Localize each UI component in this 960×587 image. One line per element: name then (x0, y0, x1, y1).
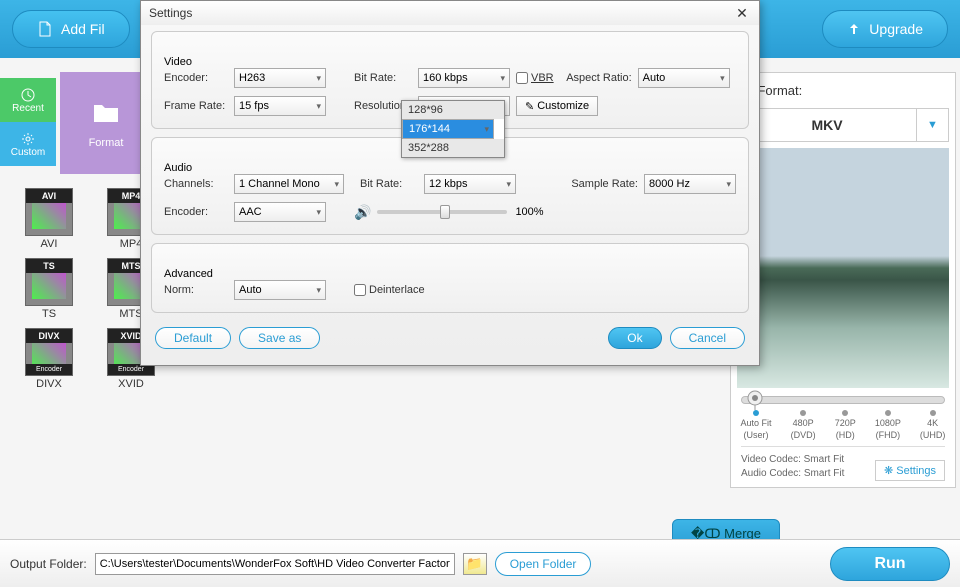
settings-dialog: Settings ✕ Video Encoder: H263 Bit Rate:… (140, 0, 760, 366)
video-encoder-select[interactable]: H263 (234, 68, 326, 88)
preview-image (737, 148, 949, 388)
default-button[interactable]: Default (155, 327, 231, 349)
left-tabs: Recent Custom (0, 78, 56, 166)
dialog-titlebar: Settings ✕ (141, 1, 759, 25)
folder-icon (90, 97, 122, 129)
browse-folder-button[interactable]: 📁 (463, 553, 487, 575)
framerate-select[interactable]: 15 fps (234, 96, 326, 116)
run-button[interactable]: Run (830, 547, 950, 581)
video-bitrate-select[interactable]: 160 kbps (418, 68, 510, 88)
format-item[interactable]: TSTS (10, 258, 88, 320)
dropdown-option[interactable]: 352*288 (402, 139, 504, 157)
norm-select[interactable]: Auto (234, 280, 326, 300)
samplerate-select[interactable]: 8000 Hz (644, 174, 736, 194)
speaker-icon: 🔊 (354, 204, 371, 221)
codec-info: Video Codec: Smart Fit Audio Codec: Smar… (741, 453, 844, 481)
channels-select[interactable]: 1 Channel Mono (234, 174, 344, 194)
folder-icon: 📁 (466, 556, 483, 572)
audio-bitrate-select[interactable]: 12 kbps (424, 174, 516, 194)
tab-recent[interactable]: Recent (0, 78, 56, 122)
vbr-checkbox[interactable]: VBR (516, 72, 554, 84)
resolution-tick[interactable]: 4K(UHD) (920, 410, 946, 440)
chevron-down-icon[interactable]: ▼ (916, 109, 948, 141)
advanced-fieldset: Advanced Norm: Auto Deinterlace (151, 243, 749, 313)
gear-icon: ❋ (884, 464, 893, 477)
clock-icon (20, 87, 36, 103)
dropdown-option[interactable]: 176*144 (402, 119, 494, 139)
aspect-ratio-select[interactable]: Auto (638, 68, 730, 88)
upload-icon (847, 22, 861, 36)
output-format-label: ut Format: (731, 73, 955, 108)
gear-icon (20, 131, 36, 147)
file-plus-icon (37, 21, 53, 37)
resolution-ticks: Auto Fit(User) 480P(DVD) 720P(HD) 1080P(FHD… (731, 410, 955, 440)
resolution-tick[interactable]: Auto Fit(User) (741, 410, 772, 440)
resolution-dropdown: 128*96176*144352*288 (401, 100, 505, 158)
cancel-button[interactable]: Cancel (670, 327, 745, 349)
resolution-slider[interactable] (741, 396, 945, 404)
customize-button[interactable]: ✎Customize (516, 96, 598, 116)
ok-button[interactable]: Ok (608, 327, 661, 349)
save-as-button[interactable]: Save as (239, 327, 320, 349)
deinterlace-checkbox[interactable]: Deinterlace (354, 284, 425, 296)
format-category[interactable]: Format (60, 72, 152, 174)
resolution-tick[interactable]: 1080P(FHD) (875, 410, 901, 440)
output-folder-input[interactable] (95, 553, 455, 575)
format-item[interactable]: AVIAVI (10, 188, 88, 250)
format-item[interactable]: DIVXEncoderDIVX (10, 328, 88, 390)
audio-encoder-select[interactable]: AAC (234, 202, 326, 222)
close-icon[interactable]: ✕ (733, 5, 751, 22)
output-format-panel: ut Format: MKV ▼ Auto Fit(User) 480P(DVD)… (730, 72, 956, 488)
slider-thumb-icon[interactable] (747, 390, 763, 410)
bottom-bar: Output Folder: 📁 Open Folder Run (0, 539, 960, 587)
resolution-tick[interactable]: 480P(DVD) (791, 410, 816, 440)
output-folder-label: Output Folder: (10, 557, 87, 571)
upgrade-button[interactable]: Upgrade (822, 10, 948, 48)
resolution-tick[interactable]: 720P(HD) (835, 410, 856, 440)
dropdown-option[interactable]: 128*96 (402, 101, 504, 119)
add-files-button[interactable]: Add Fil (12, 10, 130, 48)
volume-slider[interactable]: 100% (377, 206, 736, 218)
open-folder-button[interactable]: Open Folder (495, 552, 592, 576)
tab-custom[interactable]: Custom (0, 122, 56, 166)
settings-button[interactable]: ❋ Settings (875, 460, 945, 481)
output-format-select[interactable]: MKV ▼ (737, 108, 949, 142)
pencil-icon: ✎ (525, 100, 534, 113)
